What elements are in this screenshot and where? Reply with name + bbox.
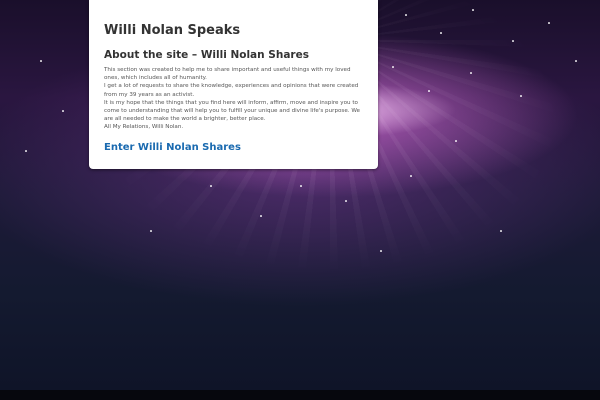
intro-panel: Willi Nolan Speaks About the site – Will… — [89, 0, 378, 169]
about-paragraph: This section was created to help me to s… — [104, 67, 351, 82]
about-heading: About the site – Willi Nolan Shares — [104, 49, 309, 61]
about-body: This section was created to help me to s… — [104, 66, 363, 132]
about-paragraph: I get a lot of requests to share the kno… — [104, 83, 359, 98]
about-signature: All My Relations, Willi Nolan. — [104, 124, 184, 131]
enter-shares-link[interactable]: Enter Willi Nolan Shares — [104, 141, 363, 154]
about-paragraph: It is my hope that the things that you f… — [104, 99, 360, 123]
site-title: Willi Nolan Speaks — [104, 23, 241, 38]
bottom-bar — [0, 390, 600, 400]
